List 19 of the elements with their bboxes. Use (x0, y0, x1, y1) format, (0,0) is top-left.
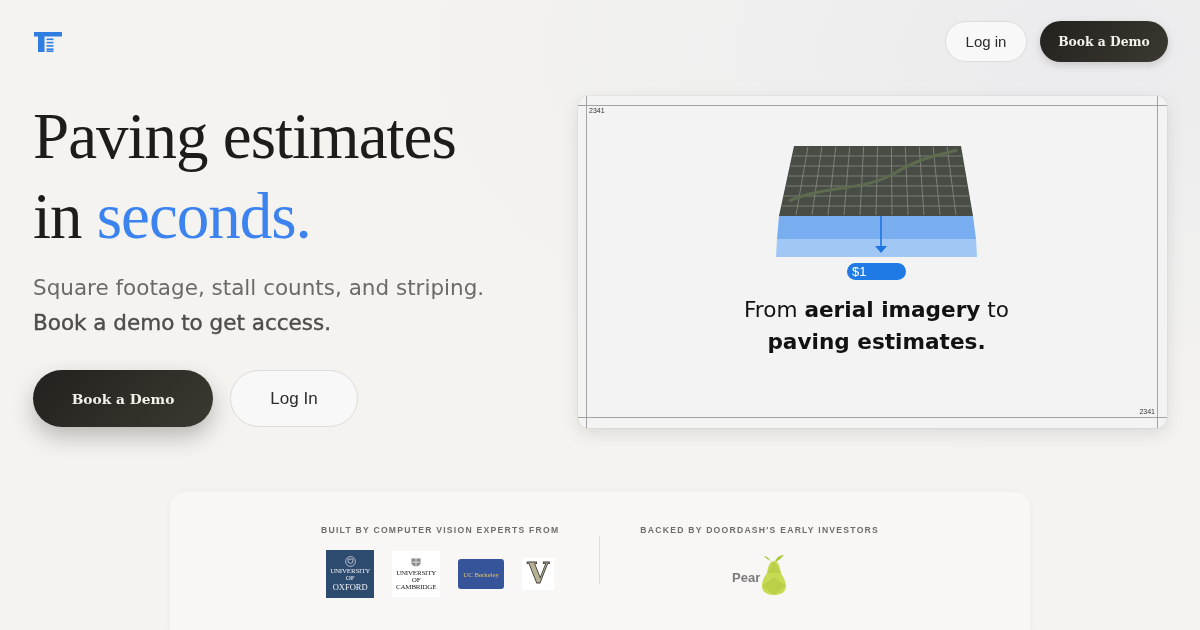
logo-text: Pear (732, 570, 761, 585)
caption: From aerial imagery to paving estimates. (743, 296, 1010, 356)
down-arrow (874, 215, 887, 253)
headline: Paving estimates in seconds. (33, 99, 457, 254)
book-demo-button[interactable]: Book a Demo (1040, 21, 1168, 62)
login-button[interactable]: Log In (230, 370, 358, 427)
cta-note: Book a demo to get access. (33, 309, 332, 337)
crest-icon (344, 556, 356, 567)
section-heading: BACKED BY DOORDASH'S EARLY INVESTORS (640, 524, 880, 536)
login-button[interactable]: Log in (945, 21, 1027, 62)
pear-icon (761, 553, 788, 595)
price-tag: $1 (847, 263, 906, 280)
shield-icon (411, 557, 422, 569)
logo-text: OXFORD (332, 582, 368, 592)
section-heading: BUILT BY COMPUTER VISION EXPERTS FROM (320, 524, 560, 536)
letter-logo: V (522, 558, 555, 590)
subtitle: Square footage, stall counts, and striping. (33, 274, 486, 302)
book-demo-button[interactable]: Book a Demo (33, 370, 213, 427)
logo-icon[interactable] (34, 31, 62, 52)
